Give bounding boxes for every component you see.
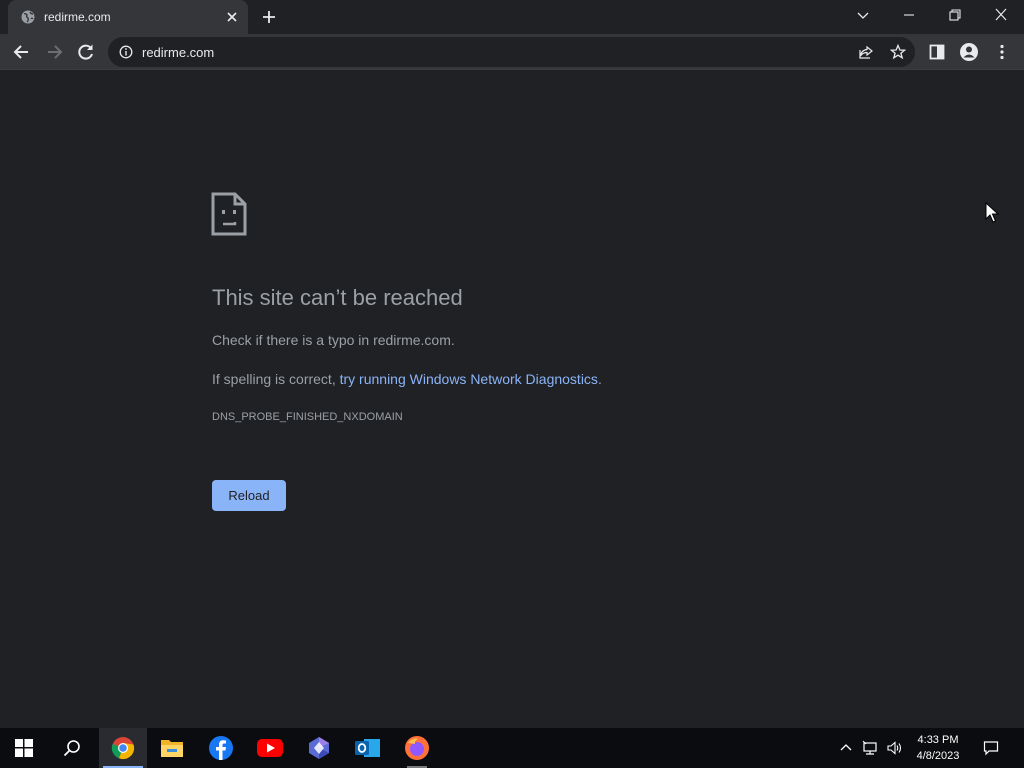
- firefox-icon: [405, 736, 429, 760]
- diagnostics-hint-suffix: .: [597, 371, 602, 387]
- taskbar-search-button[interactable]: [48, 728, 96, 768]
- browser-tab[interactable]: redirme.com: [8, 0, 248, 34]
- close-window-icon[interactable]: [991, 6, 1011, 24]
- new-tab-icon[interactable]: [261, 9, 277, 25]
- windows-taskbar: 4:33 PM 4/8/2023: [0, 728, 1024, 768]
- tab-close-icon[interactable]: [224, 9, 240, 25]
- start-button[interactable]: [0, 728, 48, 768]
- menu-kebab-icon[interactable]: [992, 42, 1012, 62]
- network-icon[interactable]: [862, 740, 878, 756]
- site-info-icon[interactable]: [119, 45, 133, 59]
- browser-toolbar: redirme.com: [0, 34, 1024, 70]
- back-icon[interactable]: [12, 42, 32, 62]
- taskbar-chrome[interactable]: [99, 728, 147, 768]
- minimize-icon[interactable]: [899, 6, 919, 24]
- restore-icon[interactable]: [945, 6, 965, 24]
- taskbar-youtube[interactable]: [246, 728, 294, 768]
- error-code: DNS_PROBE_FINISHED_NXDOMAIN: [212, 411, 403, 423]
- sad-page-icon: [211, 192, 247, 236]
- taskbar-facebook[interactable]: [197, 728, 245, 768]
- taskbar-firefox[interactable]: [393, 728, 441, 768]
- file-explorer-icon: [161, 740, 183, 757]
- globe-icon: [21, 10, 35, 24]
- copilot-icon: [309, 737, 329, 759]
- typo-hint: Check if there is a typo in redirme.com.: [212, 332, 455, 348]
- taskbar-outlook[interactable]: [344, 728, 392, 768]
- tab-search-icon[interactable]: [853, 6, 873, 24]
- side-panel-icon[interactable]: [927, 42, 947, 62]
- error-heading: This site can’t be reached: [212, 285, 463, 310]
- volume-icon[interactable]: [886, 740, 902, 756]
- mouse-cursor-icon: [985, 202, 999, 223]
- error-page: This site can’t be reached Check if ther…: [0, 71, 1024, 728]
- reload-button[interactable]: Reload: [212, 480, 286, 511]
- notification-icon[interactable]: [983, 740, 999, 756]
- clock-time: 4:33 PM: [917, 734, 959, 746]
- reload-icon[interactable]: [76, 42, 96, 62]
- search-icon: [63, 740, 80, 757]
- chrome-icon: [111, 737, 135, 760]
- address-bar[interactable]: redirme.com: [108, 37, 915, 67]
- forward-icon[interactable]: [44, 42, 64, 62]
- profile-icon[interactable]: [959, 42, 979, 62]
- tab-strip: redirme.com: [0, 0, 1024, 34]
- windows-start-icon: [15, 739, 33, 757]
- network-diagnostics-link[interactable]: try running Windows Network Diagnostics: [340, 371, 598, 387]
- share-icon[interactable]: [858, 44, 874, 60]
- tab-title: redirme.com: [44, 10, 111, 24]
- taskbar-copilot[interactable]: [295, 728, 343, 768]
- youtube-icon: [257, 739, 283, 757]
- clock-date: 4/8/2023: [916, 750, 960, 762]
- taskbar-clock[interactable]: 4:33 PM 4/8/2023: [905, 732, 971, 764]
- show-hidden-icons-chevron-icon[interactable]: [838, 740, 854, 756]
- bookmark-star-icon[interactable]: [890, 44, 906, 60]
- facebook-icon: [209, 736, 233, 760]
- url-text[interactable]: redirme.com: [142, 45, 214, 60]
- taskbar-file-explorer[interactable]: [148, 728, 196, 768]
- outlook-icon: [355, 739, 380, 757]
- diagnostics-hint-prefix: If spelling is correct,: [212, 371, 340, 387]
- diagnostics-hint: If spelling is correct, try running Wind…: [212, 371, 602, 387]
